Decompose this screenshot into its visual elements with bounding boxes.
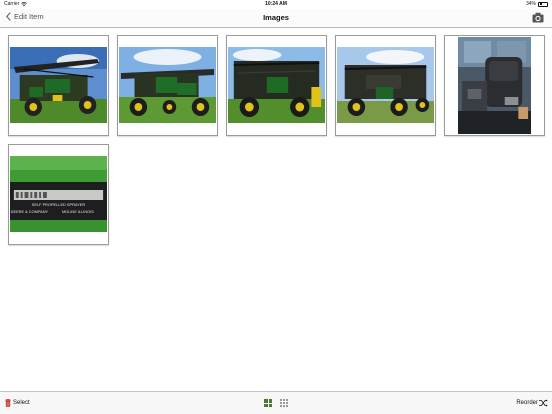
status-bar: Carrier 10:24 AM 34%	[0, 0, 552, 9]
sprayer-photo	[119, 47, 216, 123]
reorder-button[interactable]: Reorder	[516, 399, 548, 407]
serial-plate-line2: DEERE & COMPANY	[11, 209, 49, 214]
bottom-toolbar: Select Reorder	[0, 391, 552, 414]
image-grid: SELF PROPELLED SPRAYER DEERE & COMPANY M…	[8, 35, 545, 245]
small-grid-icon[interactable]	[280, 399, 288, 407]
reorder-button-label: Reorder	[516, 400, 538, 406]
battery-indicator: 34%	[526, 1, 548, 7]
shuffle-icon	[539, 399, 548, 407]
image-thumbnail[interactable]	[226, 35, 327, 136]
serial-plate-line3: MOLINE ILLINOIS	[62, 209, 94, 214]
trash-icon	[5, 399, 11, 407]
camera-icon[interactable]	[532, 12, 544, 23]
sprayer-photo	[10, 47, 107, 123]
select-button[interactable]: Select	[5, 399, 30, 407]
page-title: Images	[263, 13, 289, 22]
battery-icon	[538, 1, 548, 7]
navigation-bar: Edit Item Images	[0, 9, 552, 28]
serial-plate-line1: SELF PROPELLED SPRAYER	[32, 202, 86, 207]
select-button-label: Select	[13, 400, 30, 406]
image-thumbnail[interactable]	[335, 35, 436, 136]
sprayer-photo	[228, 47, 325, 123]
cab-interior-photo	[458, 37, 531, 134]
serial-plate-photo: SELF PROPELLED SPRAYER DEERE & COMPANY M…	[10, 156, 107, 232]
image-thumbnail[interactable]	[8, 35, 109, 136]
image-thumbnail[interactable]	[117, 35, 218, 136]
battery-percent: 34%	[525, 1, 536, 7]
image-thumbnail[interactable]: SELF PROPELLED SPRAYER DEERE & COMPANY M…	[8, 144, 109, 245]
clock: 10:24 AM	[265, 1, 287, 7]
sprayer-photo	[337, 47, 434, 123]
image-thumbnail[interactable]	[444, 35, 545, 136]
view-mode-toggle	[264, 399, 288, 407]
large-grid-icon[interactable]	[264, 399, 272, 407]
